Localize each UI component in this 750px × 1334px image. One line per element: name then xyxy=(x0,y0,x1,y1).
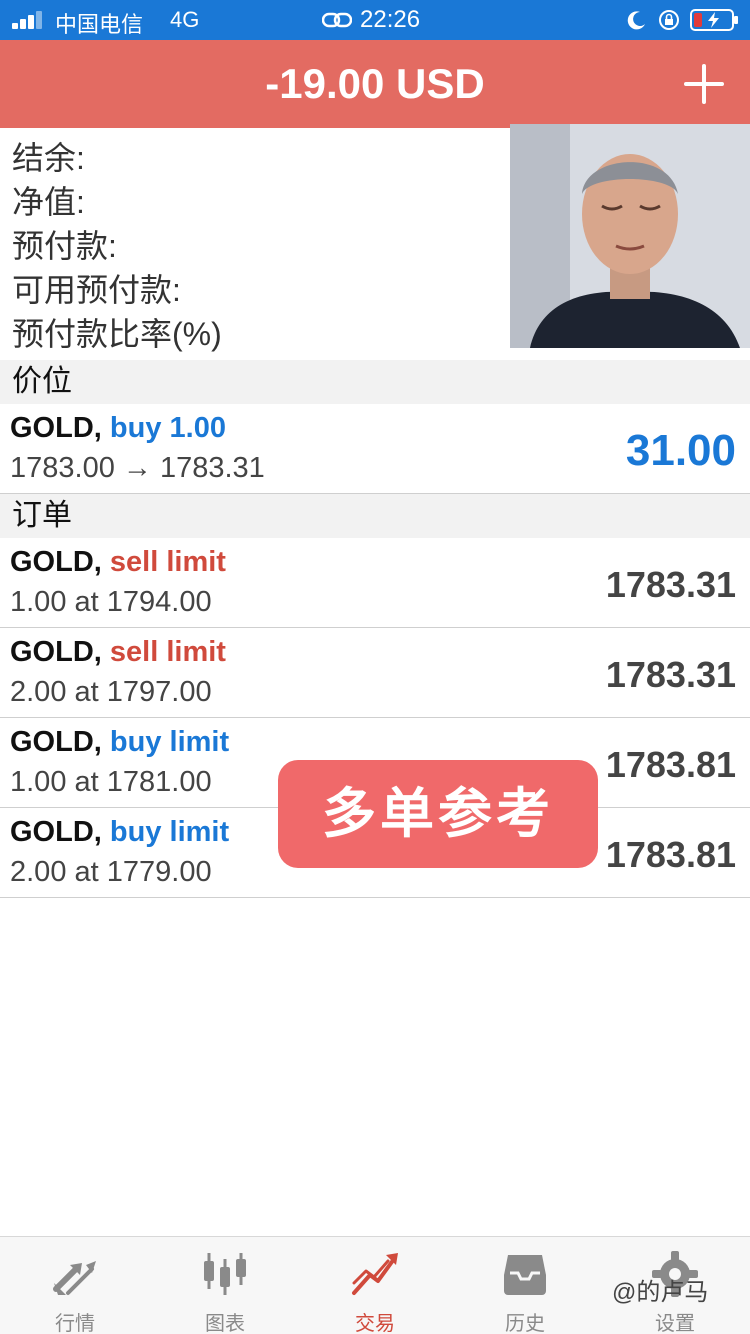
link-icon xyxy=(322,12,352,28)
order-action: sell limit xyxy=(109,636,226,668)
position-action: buy 1.00 xyxy=(109,412,226,444)
order-action: buy limit xyxy=(109,726,230,758)
order-symbol: GOLD, xyxy=(10,816,102,848)
history-inbox-icon xyxy=(504,1255,546,1295)
battery-charging-icon xyxy=(690,9,738,31)
trade-trend-icon xyxy=(352,1253,398,1295)
add-order-button[interactable] xyxy=(680,60,728,108)
order-current-price: 1783.81 xyxy=(605,744,736,785)
order-action: sell limit xyxy=(109,546,226,578)
order-symbol: GOLD, xyxy=(10,546,102,578)
order-detail: 1.00 at 1781.00 xyxy=(10,766,212,798)
tab-quotes-label: 行情 xyxy=(55,1313,95,1334)
positions-section-header: 价位 xyxy=(0,360,750,404)
order-symbol: GOLD, xyxy=(10,726,102,758)
status-bar: 中国电信 4G 22:26 xyxy=(0,0,750,40)
tab-history[interactable]: 历史 xyxy=(450,1237,600,1334)
tab-history-label: 历史 xyxy=(505,1313,545,1334)
position-profit: 31.00 xyxy=(625,426,736,475)
margin-label: 预付款: xyxy=(12,228,117,264)
moon-icon xyxy=(627,11,645,30)
free-margin-label: 可用预付款: xyxy=(12,272,181,308)
account-balance-title: -19.00 USD xyxy=(265,60,485,107)
status-time: 22:26 xyxy=(360,6,421,33)
candlestick-chart-icon xyxy=(204,1253,246,1295)
balance-label: 结余: xyxy=(12,140,85,176)
watermark-text: @的卢马 xyxy=(612,1279,709,1306)
order-detail: 1.00 at 1794.00 xyxy=(10,586,212,618)
long-reference-stamp: 多单参考 xyxy=(278,760,598,868)
order-current-price: 1783.31 xyxy=(605,654,736,695)
tab-charts[interactable]: 图表 xyxy=(150,1237,300,1334)
order-detail: 2.00 at 1779.00 xyxy=(10,856,212,888)
position-price-detail: 1783.00 → 1783.31 xyxy=(10,452,265,484)
order-detail: 2.00 at 1797.00 xyxy=(10,676,212,708)
position-symbol: GOLD, xyxy=(10,412,102,444)
orders-section-header: 订单 xyxy=(0,494,750,538)
tab-trade[interactable]: 交易 xyxy=(300,1237,450,1334)
tab-charts-label: 图表 xyxy=(205,1313,245,1334)
position-row[interactable]: GOLD, buy 1.00 1783.00 → 1783.31 31.00 xyxy=(0,404,750,494)
account-header: -19.00 USD xyxy=(0,40,750,128)
order-row[interactable]: GOLD, sell limit 2.00 at 1797.00 1783.31 xyxy=(0,628,750,718)
tab-settings-label: 设置 xyxy=(655,1313,695,1334)
order-current-price: 1783.81 xyxy=(605,834,736,875)
carrier-name: 中国电信 xyxy=(55,12,144,37)
quotes-arrows-icon xyxy=(53,1261,96,1295)
tab-quotes[interactable]: 行情 xyxy=(0,1237,150,1334)
network-type: 4G xyxy=(170,7,200,32)
order-current-price: 1783.31 xyxy=(605,564,736,605)
equity-label: 净值: xyxy=(12,184,85,220)
order-row[interactable]: GOLD, sell limit 1.00 at 1794.00 1783.31 xyxy=(0,538,750,628)
rotation-lock-icon xyxy=(659,10,679,30)
tab-trade-label: 交易 xyxy=(355,1313,395,1334)
order-symbol: GOLD, xyxy=(10,636,102,668)
order-action: buy limit xyxy=(109,816,230,848)
person-photo xyxy=(510,124,750,348)
cellular-signal-icon xyxy=(12,11,48,29)
margin-level-label: 预付款比率(%) xyxy=(12,316,222,352)
